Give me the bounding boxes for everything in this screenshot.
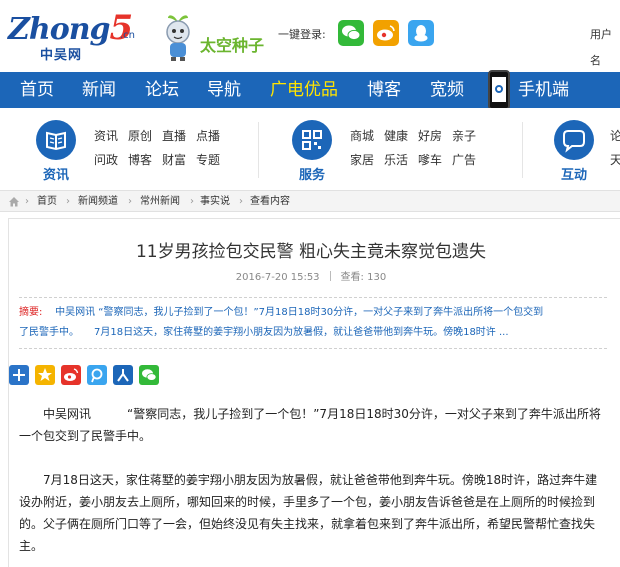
subnav-link[interactable]: 亲子 xyxy=(452,124,486,148)
chevron-right-icon: › xyxy=(128,196,132,207)
nav-item-video[interactable]: 宽频 xyxy=(430,72,464,108)
wechat-login-button[interactable] xyxy=(338,20,364,46)
subnav-links-interact: 论 天 xyxy=(610,124,620,172)
breadcrumb-item[interactable]: 事实说 xyxy=(200,191,230,212)
subnav-links-service: 商城 健康 好房 亲子 家居 乐活 嗲车 广告 xyxy=(350,124,486,172)
nav-item-mobile[interactable]: 手机端 xyxy=(518,72,569,108)
nav-item-blog[interactable]: 博客 xyxy=(367,72,401,108)
subnav-link[interactable]: 嗲车 xyxy=(418,148,452,172)
abstract-text-line1: 中吴网讯 “警察同志，我儿子捡到了一个包！”7月18日18时30分许，一对父子来… xyxy=(55,307,544,318)
nav-item-home[interactable]: 首页 xyxy=(20,72,54,108)
subnav-link[interactable]: 天 xyxy=(610,148,620,172)
subnav-link[interactable]: 原创 xyxy=(128,124,162,148)
article-date: 2016-7-20 15:53 xyxy=(235,272,320,283)
breadcrumb-item[interactable]: 新闻频道 xyxy=(78,191,118,212)
subnav-link[interactable]: 乐活 xyxy=(384,148,418,172)
wechat-icon xyxy=(342,25,361,41)
share-plus-icon xyxy=(13,369,25,381)
nav-item-broadcast-shop[interactable]: 广电优品 xyxy=(270,72,338,108)
renren-icon xyxy=(117,369,129,382)
chevron-right-icon: › xyxy=(190,196,194,207)
subnav-link[interactable]: 点播 xyxy=(196,124,230,148)
article-abstract: 摘要: 中吴网讯 “警察同志，我儿子捡到了一个包！”7月18日18时30分许，一… xyxy=(19,297,607,349)
article-paragraph: 7月18日这天，家住蒋墅的姜宇翔小朋友因为放暑假，就让爸爸带他到奔牛玩。傍晚18… xyxy=(19,473,598,553)
tencent-weibo-icon xyxy=(91,368,103,383)
subnav-group-label: 互动 xyxy=(560,168,587,183)
weibo-login-button[interactable] xyxy=(373,20,399,46)
nav-item-news[interactable]: 新闻 xyxy=(82,72,116,108)
subnav-link[interactable]: 家居 xyxy=(350,148,384,172)
mascot-icon xyxy=(166,15,190,61)
subnav-group-label: 服务 xyxy=(298,168,325,183)
views-label: 查看: xyxy=(340,272,364,283)
qq-icon xyxy=(414,25,428,42)
username-link[interactable]: 用户名 xyxy=(590,22,620,74)
logo-domain: .cn xyxy=(120,30,136,41)
weibo-icon xyxy=(64,368,79,381)
subnav-divider xyxy=(258,122,259,178)
main-nav: 首页 新闻 论坛 导航 广电优品 博客 宽频 手机端 xyxy=(0,70,620,110)
breadcrumb-item[interactable]: 首页 xyxy=(37,191,57,212)
book-icon xyxy=(46,131,66,151)
article-container: 11岁男孩捡包交民警 粗心失主竟未察觉包遗失 2016-7-20 15:53 查看… xyxy=(8,218,620,567)
article-title: 11岁男孩捡包交民警 粗心失主竟未察觉包遗失 xyxy=(135,242,487,262)
qq-login-button[interactable] xyxy=(408,20,434,46)
subnav-link[interactable]: 博客 xyxy=(128,148,162,172)
chevron-right-icon: › xyxy=(239,196,243,207)
mascot-banner-text: 太空种子 xyxy=(200,36,265,55)
wechat-icon xyxy=(142,369,157,381)
abstract-text-line2: 了民警手中。 7月18日这天，家住蒋墅的姜宇翔小朋友因为放暑假，就让爸爸带他到奔… xyxy=(19,327,509,338)
subnav-group-interact[interactable]: 互动 xyxy=(552,120,596,183)
sub-nav: 资讯 资讯 原创 直播 点播 问政 博客 财富 专题 服务 商城 健康 好房 亲子 家居 乐活 嗲车广… xyxy=(0,108,620,190)
logo-subtitle: 中吴网 xyxy=(40,48,83,63)
subnav-link[interactable]: 直播 xyxy=(162,124,196,148)
share-wechat-button[interactable] xyxy=(139,365,159,385)
article-meta: 2016-7-20 15:53 查看: 130 xyxy=(9,268,613,283)
logo-wordmark: Zhong5 xyxy=(8,8,133,48)
qr-code-icon xyxy=(302,130,322,150)
subnav-link[interactable]: 专题 xyxy=(196,148,230,172)
share-renren-button[interactable] xyxy=(113,365,133,385)
chevron-right-icon: › xyxy=(25,196,29,207)
share-tencent-weibo-button[interactable] xyxy=(87,365,107,385)
nav-item-forum[interactable]: 论坛 xyxy=(145,72,179,108)
breadcrumb-current: 查看内容 xyxy=(250,196,290,207)
subnav-group-label: 资讯 xyxy=(42,168,69,183)
subnav-group-news[interactable]: 资讯 xyxy=(34,120,78,183)
subnav-link[interactable]: 资讯 xyxy=(94,124,128,148)
quick-login-label: 一键登录: xyxy=(278,28,326,41)
site-header: Zhong5 .cn 中吴网 太空种子 一键登录: 用户名 密码 xyxy=(0,0,620,93)
subnav-link[interactable]: 健康 xyxy=(384,124,418,148)
subnav-link[interactable]: 论 xyxy=(610,124,620,148)
subnav-link[interactable]: 商城 xyxy=(350,124,384,148)
home-icon[interactable] xyxy=(8,196,20,207)
abstract-label: 摘要: xyxy=(19,307,43,318)
subnav-divider xyxy=(522,122,523,178)
weibo-icon xyxy=(377,25,395,41)
subnav-link[interactable]: 财富 xyxy=(162,148,196,172)
qzone-icon xyxy=(38,368,52,381)
share-weibo-button[interactable] xyxy=(61,365,81,385)
article-paragraph: 中吴网讯 “警察同志，我儿子捡到了一个包！”7月18日18时30分许，一对父子来… xyxy=(19,407,601,443)
mobile-phone-icon[interactable] xyxy=(488,70,510,110)
share-qzone-button[interactable] xyxy=(35,365,55,385)
nav-item-directory[interactable]: 导航 xyxy=(207,72,241,108)
site-logo[interactable]: Zhong5 .cn 中吴网 xyxy=(8,8,148,63)
chevron-right-icon: › xyxy=(66,196,70,207)
breadcrumb: › 首页 › 新闻频道 › 常州新闻 › 事实说 › 查看内容 xyxy=(0,190,620,212)
share-more-button[interactable] xyxy=(9,365,29,385)
subnav-link[interactable]: 问政 xyxy=(94,148,128,172)
breadcrumb-item[interactable]: 常州新闻 xyxy=(140,191,180,212)
views-count: 130 xyxy=(367,272,387,283)
subnav-group-service[interactable]: 服务 xyxy=(290,120,334,183)
subnav-links-news: 资讯 原创 直播 点播 问政 博客 财富 专题 xyxy=(94,124,230,172)
chat-bubble-icon xyxy=(563,130,585,153)
space-seed-banner[interactable]: 太空种子 xyxy=(160,10,268,66)
subnav-link[interactable]: 好房 xyxy=(418,124,452,148)
subnav-link[interactable]: 广告 xyxy=(452,148,486,172)
